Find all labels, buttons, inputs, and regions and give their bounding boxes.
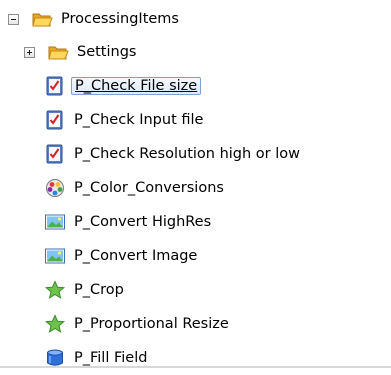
star-icon [44,314,66,334]
tree-item-label[interactable]: P_Convert Image [71,247,200,265]
checklist-icon [44,110,66,130]
folder-open-icon [31,9,53,29]
tree-item-convert-highres[interactable]: P_Convert HighRes [44,209,214,235]
processing-items-tree: ProcessingItems Settings P_Check File si… [0,0,391,375]
paint-bucket-icon [44,348,66,368]
tree-node-root[interactable]: ProcessingItems [8,6,182,32]
color-wheel-icon [44,178,66,198]
tree-node-label[interactable]: Settings [74,43,139,61]
tree-item-proportional-resize[interactable]: P_Proportional Resize [44,311,232,337]
tree-item-label[interactable]: P_Fill Field [71,349,150,367]
star-icon [44,280,66,300]
tree-item-check-file-size[interactable]: P_Check File size [44,73,202,99]
tree-item-label[interactable]: P_Check Resolution high or low [71,145,303,163]
tree-item-check-resolution[interactable]: P_Check Resolution high or low [44,141,303,167]
image-icon [44,212,66,232]
tree-item-label[interactable]: P_Crop [71,281,127,299]
tree-item-convert-image[interactable]: P_Convert Image [44,243,200,269]
expand-icon[interactable] [24,46,35,58]
tree-node-label[interactable]: ProcessingItems [58,10,182,28]
tree-item-label[interactable]: P_Color_Conversions [71,179,227,197]
tree-item-label[interactable]: P_Convert HighRes [71,213,214,231]
tree-item-label[interactable]: P_Check File size [71,77,202,95]
tree-item-color-conversions[interactable]: P_Color_Conversions [44,175,227,201]
tree-item-label[interactable]: P_Check Input file [71,111,206,129]
tree-item-crop[interactable]: P_Crop [44,277,127,303]
tree-item-check-input-file[interactable]: P_Check Input file [44,107,206,133]
tree-item-label[interactable]: P_Proportional Resize [71,315,232,333]
image-icon [44,246,66,266]
folder-icon [47,42,69,62]
tree-node-settings[interactable]: Settings [24,39,139,65]
bottom-divider [0,366,391,368]
collapse-icon[interactable] [8,13,19,25]
checklist-icon [44,76,66,96]
checklist-icon [44,144,66,164]
